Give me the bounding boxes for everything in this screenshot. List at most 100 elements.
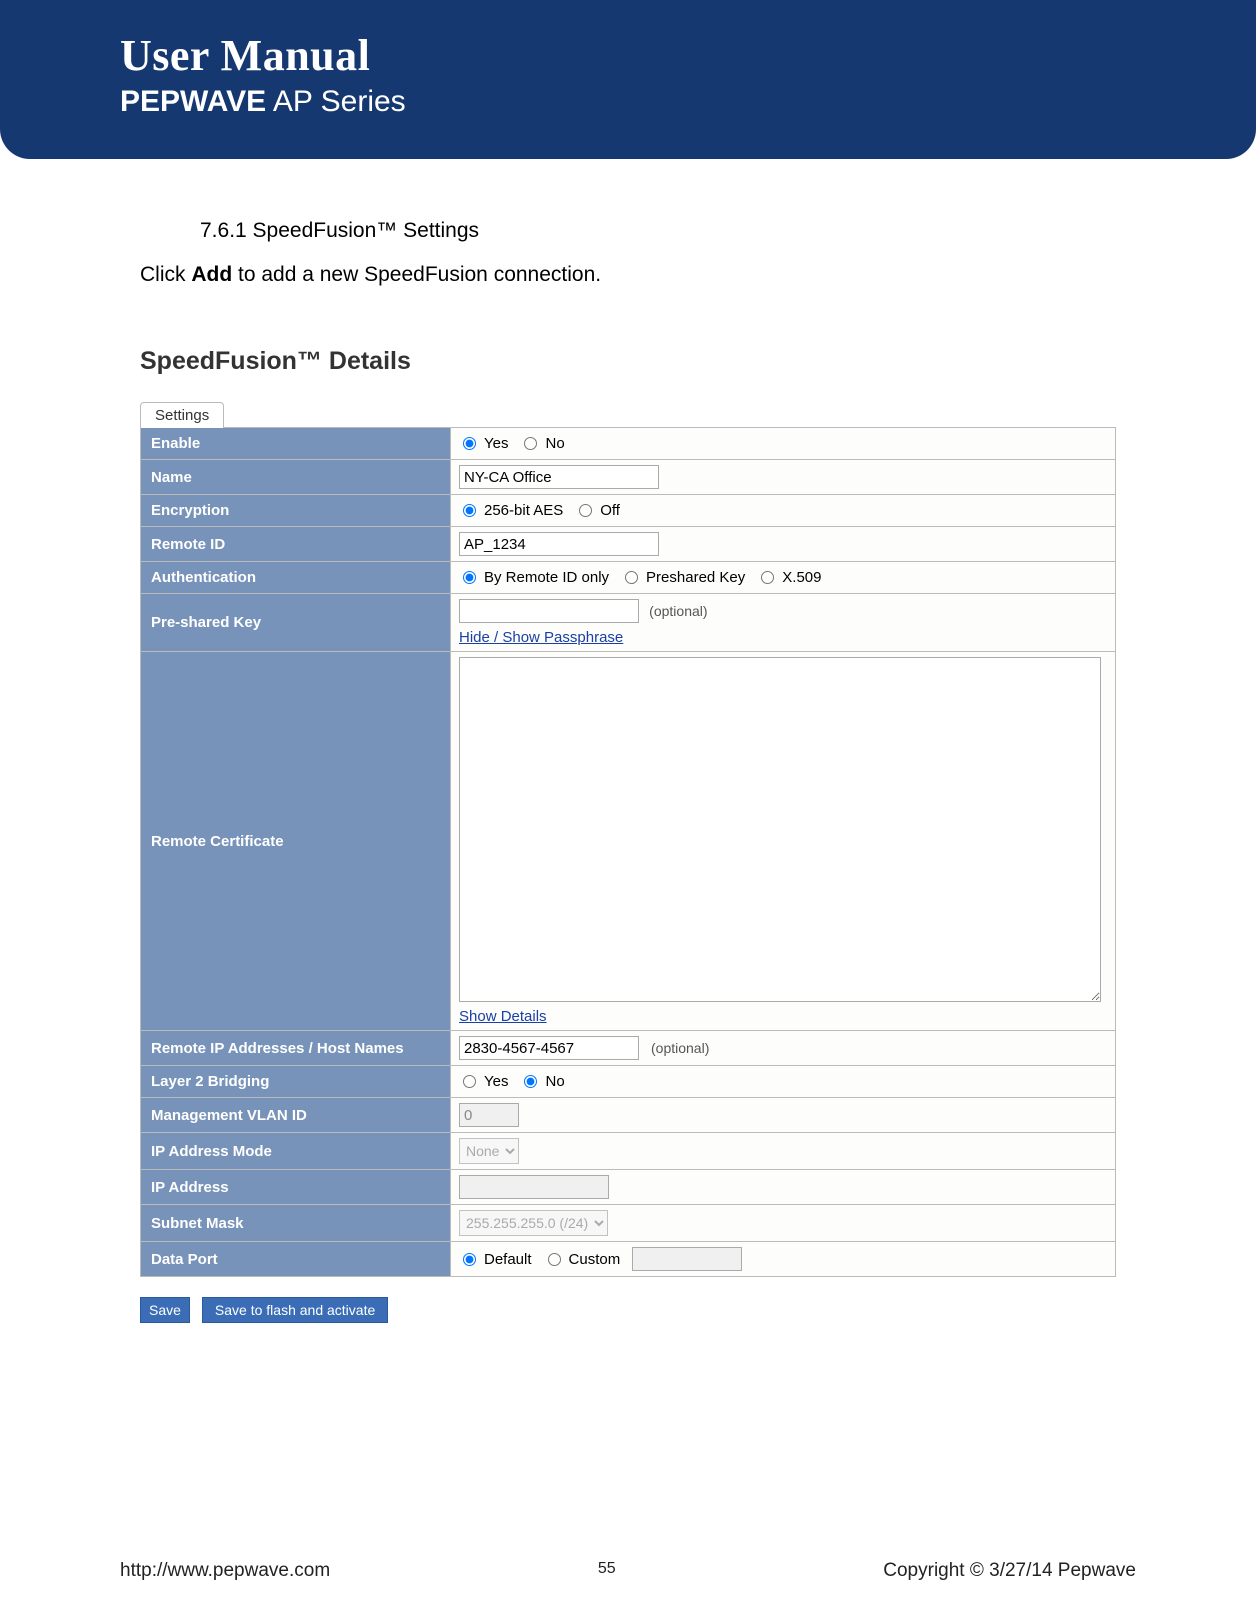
settings-table: Enable Yes No Name Encryption <box>140 427 1116 1277</box>
value-vlan <box>451 1098 1115 1132</box>
ip-address-input[interactable] <box>459 1175 609 1199</box>
page: User Manual PEPWAVE AP Series 7.6.1 Spee… <box>0 0 1256 1606</box>
value-authentication: By Remote ID only Preshared Key X.509 <box>451 562 1115 593</box>
label-remote-cert: Remote Certificate <box>141 652 451 1030</box>
l2-yes-radio[interactable] <box>463 1075 476 1088</box>
intro-post: to add a new SpeedFusion connection. <box>232 263 601 286</box>
intro-text: Click Add to add a new SpeedFusion conne… <box>140 263 1116 287</box>
label-ip-address: IP Address <box>141 1170 451 1204</box>
row-remote-id: Remote ID <box>141 526 1115 561</box>
label-authentication: Authentication <box>141 562 451 593</box>
tab-settings[interactable]: Settings <box>140 402 224 428</box>
enable-yes-label: Yes <box>484 435 508 452</box>
row-encryption: Encryption 256-bit AES Off <box>141 494 1115 526</box>
label-data-port: Data Port <box>141 1242 451 1276</box>
header-subtitle: PEPWAVE AP Series <box>120 85 1136 119</box>
row-enable: Enable Yes No <box>141 428 1115 459</box>
label-vlan: Management VLAN ID <box>141 1098 451 1132</box>
label-enable: Enable <box>141 428 451 459</box>
remote-cert-textarea[interactable] <box>459 657 1101 1002</box>
auth-byid-radio[interactable] <box>463 571 476 584</box>
button-row: Save Save to flash and activate <box>140 1297 1116 1323</box>
psk-toggle-link[interactable]: Hide / Show Passphrase <box>459 629 1107 646</box>
save-button[interactable]: Save <box>140 1297 190 1323</box>
value-l2-bridging: Yes No <box>451 1066 1115 1097</box>
footer-page: 55 <box>598 1560 616 1582</box>
dataport-custom-radio[interactable] <box>548 1253 561 1266</box>
label-remote-ip: Remote IP Addresses / Host Names <box>141 1031 451 1065</box>
l2-no-radio[interactable] <box>524 1075 537 1088</box>
psk-optional: (optional) <box>649 603 707 619</box>
auth-psk-radio[interactable] <box>625 571 638 584</box>
value-ip-mode: None <box>451 1133 1115 1169</box>
l2-yes-label: Yes <box>484 1073 508 1090</box>
show-details-link[interactable]: Show Details <box>459 1008 1107 1025</box>
value-ip-address <box>451 1170 1115 1204</box>
value-subnet: 255.255.255.0 (/24) <box>451 1205 1115 1241</box>
row-ip-address: IP Address <box>141 1169 1115 1204</box>
value-remote-cert: Show Details <box>451 652 1115 1030</box>
save-activate-button[interactable]: Save to flash and activate <box>202 1297 388 1323</box>
value-remote-id <box>451 527 1115 561</box>
intro-pre: Click <box>140 263 191 286</box>
document-header: User Manual PEPWAVE AP Series <box>0 0 1256 159</box>
vlan-input[interactable] <box>459 1103 519 1127</box>
label-psk: Pre-shared Key <box>141 594 451 651</box>
auth-x509-radio[interactable] <box>761 571 774 584</box>
value-encryption: 256-bit AES Off <box>451 495 1115 526</box>
dataport-default-label: Default <box>484 1251 532 1268</box>
row-remote-ip: Remote IP Addresses / Host Names (option… <box>141 1030 1115 1065</box>
value-remote-ip: (optional) <box>451 1031 1115 1065</box>
encryption-aes-radio[interactable] <box>463 504 476 517</box>
dataport-default-radio[interactable] <box>463 1253 476 1266</box>
section-heading: 7.6.1 SpeedFusion™ Settings <box>140 219 1116 243</box>
ip-mode-select[interactable]: None <box>459 1138 519 1164</box>
enable-no-label: No <box>545 435 564 452</box>
value-name <box>451 460 1115 494</box>
label-encryption: Encryption <box>141 495 451 526</box>
auth-x509-label: X.509 <box>782 569 821 586</box>
dataport-custom-label: Custom <box>569 1251 621 1268</box>
footer-copyright: Copyright © 3/27/14 Pepwave <box>883 1560 1136 1582</box>
dataport-custom-input[interactable] <box>632 1247 742 1271</box>
row-subnet: Subnet Mask 255.255.255.0 (/24) <box>141 1204 1115 1241</box>
series-name: AP Series <box>266 85 406 118</box>
remote-ip-input[interactable] <box>459 1036 639 1060</box>
row-ip-mode: IP Address Mode None <box>141 1132 1115 1169</box>
row-data-port: Data Port Default Custom <box>141 1241 1115 1276</box>
label-subnet: Subnet Mask <box>141 1205 451 1241</box>
row-l2-bridging: Layer 2 Bridging Yes No <box>141 1065 1115 1097</box>
remote-ip-optional: (optional) <box>651 1040 709 1056</box>
enable-yes-radio[interactable] <box>463 437 476 450</box>
encryption-off-radio[interactable] <box>579 504 592 517</box>
row-authentication: Authentication By Remote ID only Preshar… <box>141 561 1115 593</box>
row-name: Name <box>141 459 1115 494</box>
brand-name: PEPWAVE <box>120 85 266 118</box>
row-vlan: Management VLAN ID <box>141 1097 1115 1132</box>
intro-bold: Add <box>191 263 232 286</box>
l2-no-label: No <box>545 1073 564 1090</box>
name-input[interactable] <box>459 465 659 489</box>
label-l2-bridging: Layer 2 Bridging <box>141 1066 451 1097</box>
footer-url: http://www.pepwave.com <box>120 1560 330 1582</box>
encryption-aes-label: 256-bit AES <box>484 502 563 519</box>
label-ip-mode: IP Address Mode <box>141 1133 451 1169</box>
page-footer: http://www.pepwave.com 55 Copyright © 3/… <box>0 1560 1256 1582</box>
value-enable: Yes No <box>451 428 1115 459</box>
row-psk: Pre-shared Key (optional) Hide / Show Pa… <box>141 593 1115 651</box>
value-psk: (optional) Hide / Show Passphrase <box>451 594 1115 651</box>
encryption-off-label: Off <box>600 502 620 519</box>
document-content: 7.6.1 SpeedFusion™ Settings Click Add to… <box>0 219 1256 1323</box>
row-remote-cert: Remote Certificate Show Details <box>141 651 1115 1030</box>
auth-psk-label: Preshared Key <box>646 569 745 586</box>
enable-no-radio[interactable] <box>524 437 537 450</box>
header-title: User Manual <box>120 30 1136 81</box>
value-data-port: Default Custom <box>451 1242 1115 1276</box>
auth-byid-label: By Remote ID only <box>484 569 609 586</box>
remote-id-input[interactable] <box>459 532 659 556</box>
psk-input[interactable] <box>459 599 639 623</box>
label-name: Name <box>141 460 451 494</box>
subnet-select[interactable]: 255.255.255.0 (/24) <box>459 1210 608 1236</box>
label-remote-id: Remote ID <box>141 527 451 561</box>
details-title: SpeedFusion™ Details <box>140 347 1116 376</box>
